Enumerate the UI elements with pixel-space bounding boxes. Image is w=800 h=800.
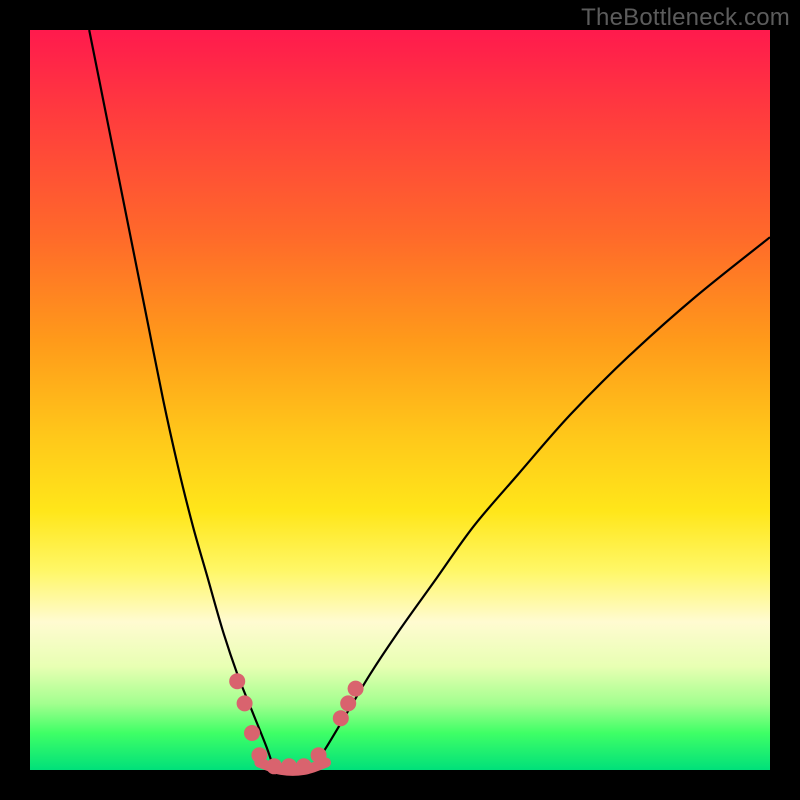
marker-dot [333, 710, 349, 726]
marker-dot [296, 758, 312, 774]
marker-group [229, 673, 363, 774]
marker-dot [266, 758, 282, 774]
chart-frame: TheBottleneck.com [0, 0, 800, 800]
marker-dot [281, 758, 297, 774]
bottleneck-curve-right-path [311, 237, 770, 770]
plot-area [30, 30, 770, 770]
bottleneck-curve-left-path [89, 30, 274, 770]
marker-dot [229, 673, 245, 689]
curve-layer [30, 30, 770, 770]
watermark-text: TheBottleneck.com [581, 4, 790, 32]
marker-dot [244, 725, 260, 741]
marker-dot [340, 695, 356, 711]
marker-dot [251, 747, 267, 763]
marker-dot [311, 747, 327, 763]
marker-dot [348, 681, 364, 697]
marker-dot [237, 695, 253, 711]
